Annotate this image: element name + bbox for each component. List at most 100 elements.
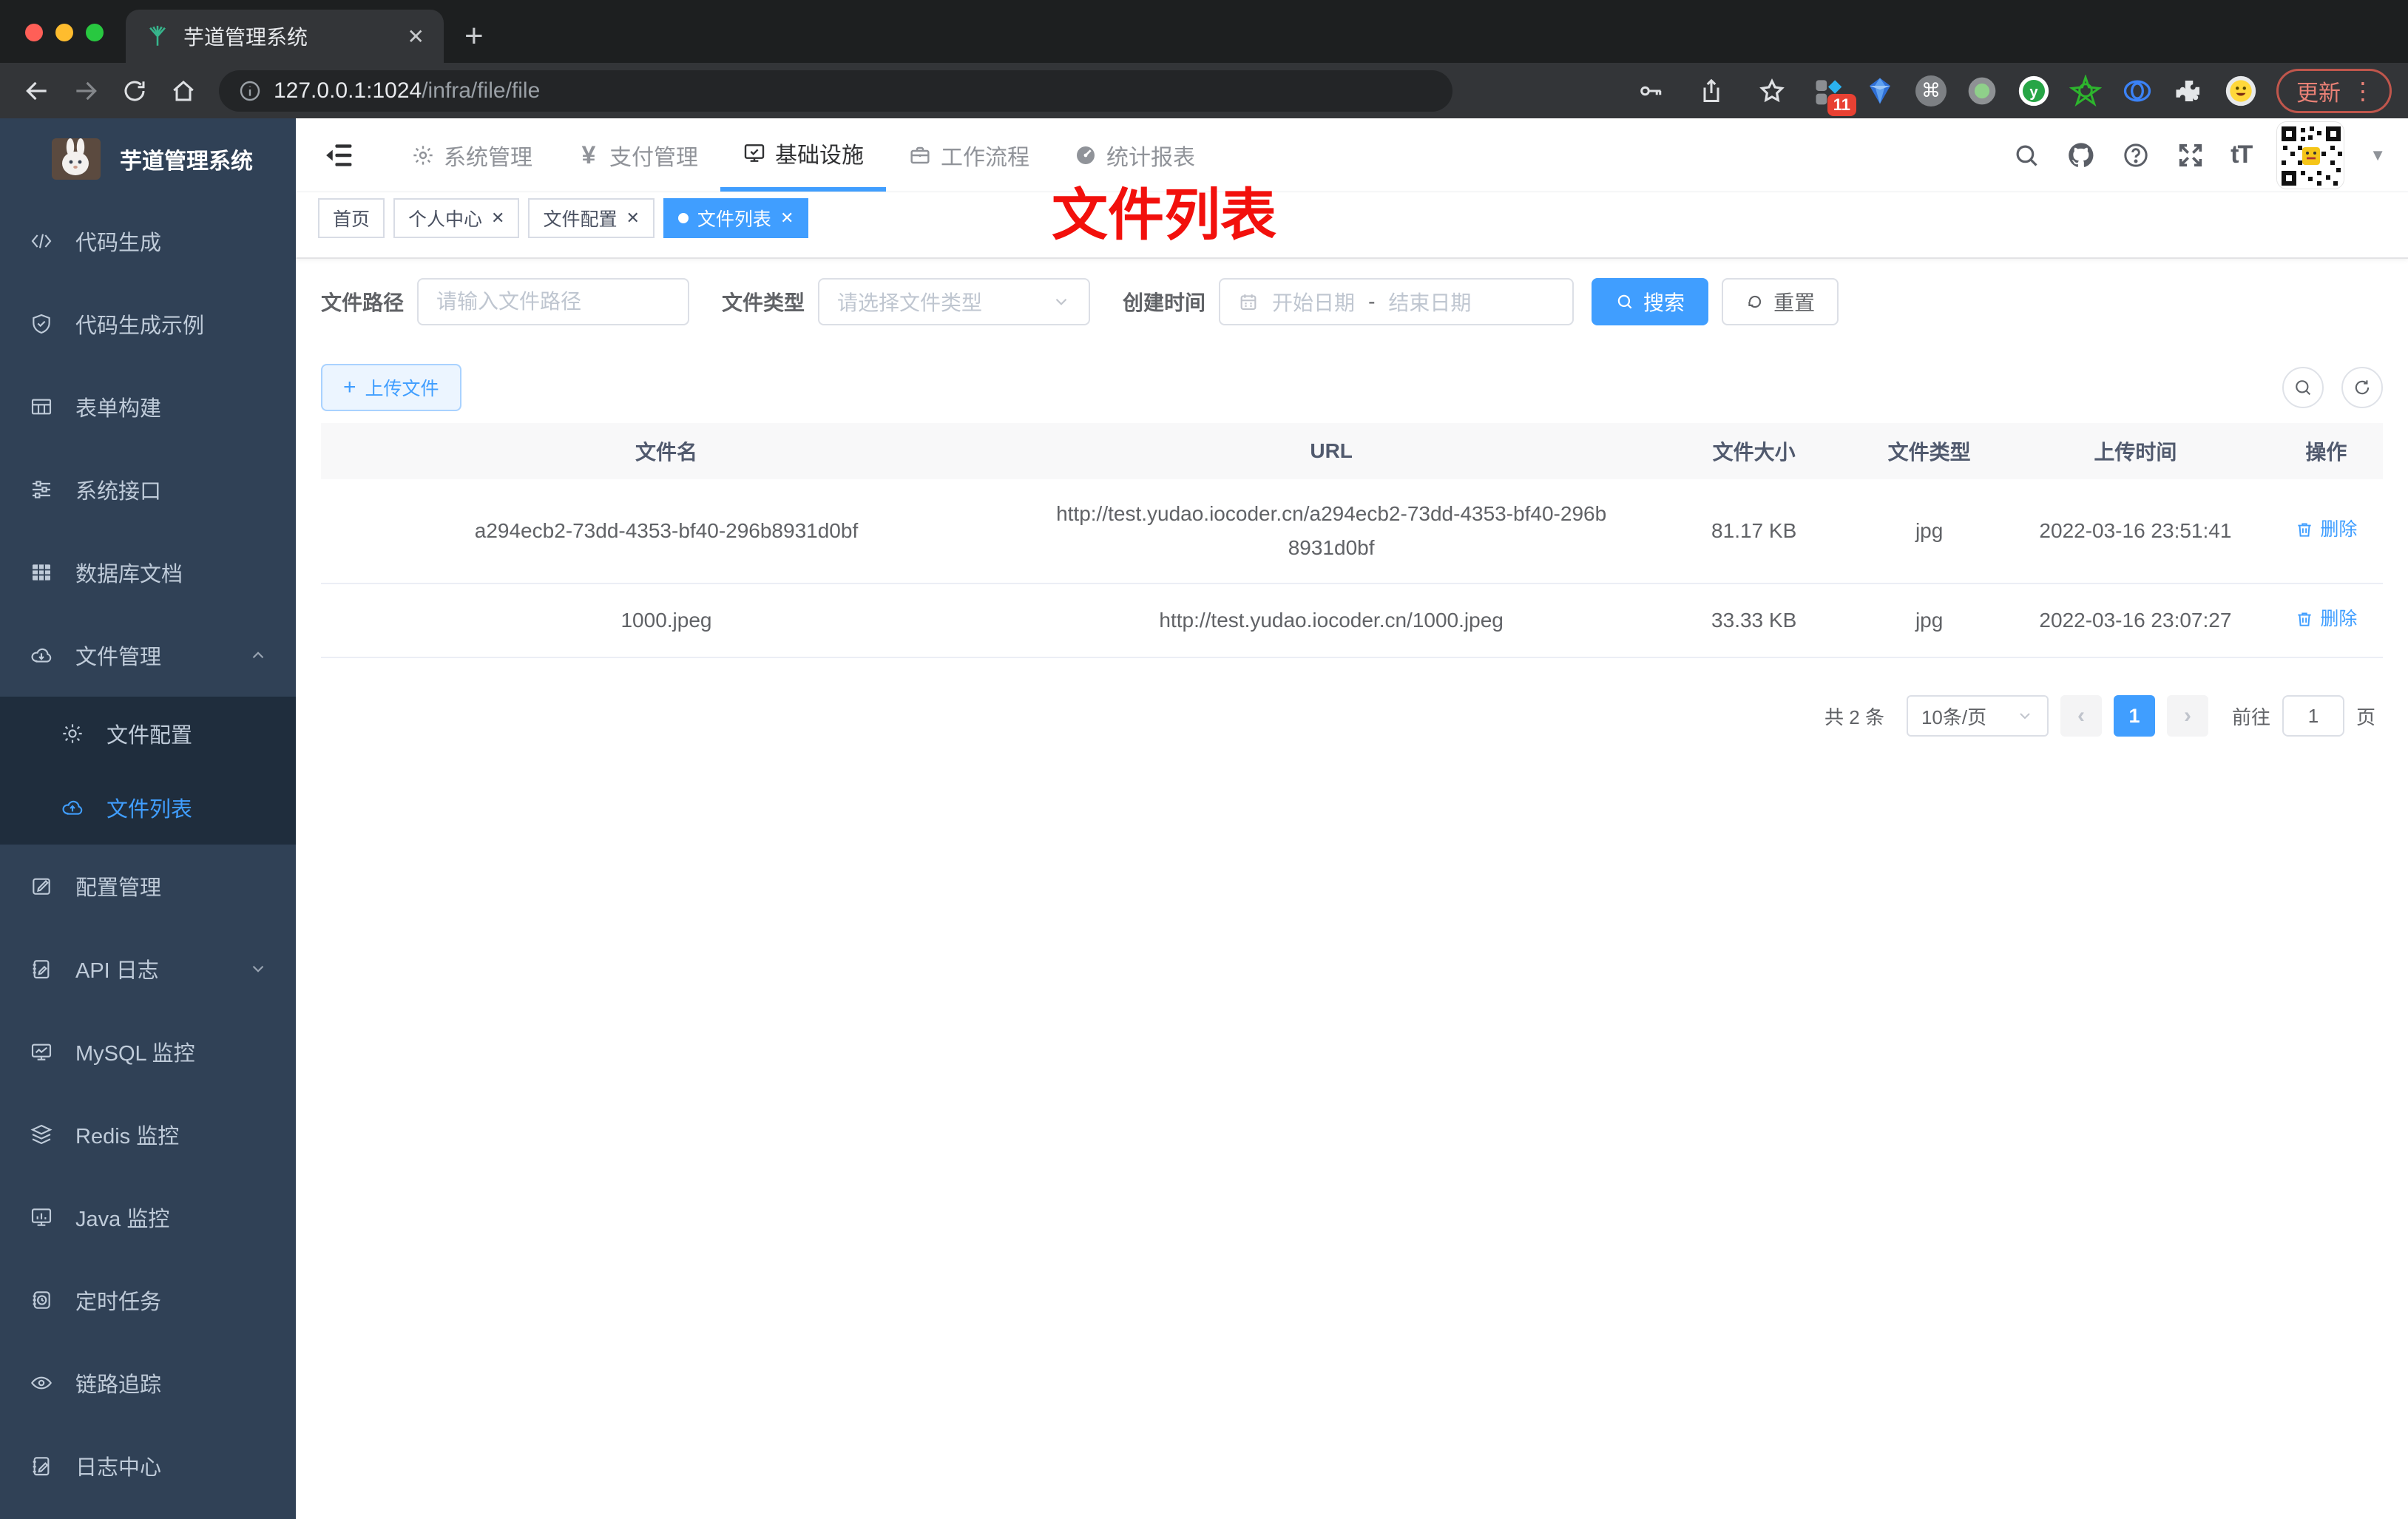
sidebar-item-config-management[interactable]: 配置管理 (0, 845, 296, 927)
sidebar-item-mysql-monitor[interactable]: MySQL 监控 (0, 1010, 296, 1093)
show-search-toggle-button[interactable] (2282, 367, 2324, 408)
end-date-placeholder[interactable]: 结束日期 (1388, 287, 1471, 317)
tag-close-icon[interactable]: ✕ (626, 209, 639, 228)
extension-star-icon[interactable] (2069, 74, 2102, 107)
file-type-select[interactable]: 请选择文件类型 (818, 278, 1091, 325)
sidebar-item-form-builder[interactable]: 表单构建 (0, 365, 296, 448)
browser-update-button[interactable]: 更新 ⋮ (2276, 68, 2392, 113)
sidebar-item-file-config[interactable]: 文件配置 (0, 697, 296, 771)
reload-icon[interactable] (114, 70, 155, 112)
sidebar-item-api-log[interactable]: API 日志 (0, 927, 296, 1010)
topnav-statistics[interactable]: 统计报表 (1052, 118, 1217, 192)
start-date-placeholder[interactable]: 开始日期 (1272, 287, 1355, 317)
cell-uploadtime: 2022-03-16 23:07:27 (2001, 583, 2270, 658)
range-separator: - (1368, 290, 1376, 313)
fullscreen-icon[interactable] (2176, 141, 2205, 170)
topnav-workflow[interactable]: 工作流程 (886, 118, 1052, 192)
sidebar-item-tracing[interactable]: 链路追踪 (0, 1342, 296, 1424)
home-icon[interactable] (163, 70, 204, 112)
sidebar-item-scheduled-tasks[interactable]: 定时任务 (0, 1259, 296, 1342)
date-range-picker[interactable]: 开始日期 - 结束日期 (1219, 278, 1575, 325)
share-icon[interactable] (1691, 70, 1732, 112)
help-icon[interactable] (2121, 141, 2151, 170)
tag-file-list[interactable]: 文件列表 ✕ (663, 198, 809, 238)
table-header-row: 文件名 URL 文件大小 文件类型 上传时间 操作 (321, 423, 2383, 479)
tag-close-icon[interactable]: ✕ (491, 209, 504, 228)
close-window-button[interactable] (25, 24, 43, 41)
tab-close-icon[interactable]: ✕ (407, 24, 425, 49)
cell-uploadtime: 2022-03-16 23:51:41 (2001, 479, 2270, 584)
app-logo[interactable]: 芋道管理系统 (0, 118, 296, 200)
extension-y-icon[interactable]: y (2018, 75, 2050, 107)
sidebar-fold-icon[interactable] (318, 135, 359, 176)
reset-button[interactable]: 重置 (1722, 278, 1839, 325)
extension-tiles-icon[interactable]: 11 (1812, 75, 1856, 116)
delete-button[interactable]: 删除 (2295, 512, 2357, 547)
cell-filetype: jpg (1857, 583, 2002, 658)
avatar-caret-down-icon[interactable]: ▼ (2370, 146, 2386, 165)
sidebar-item-code-example[interactable]: 代码生成示例 (0, 283, 296, 365)
site-info-icon[interactable] (238, 79, 262, 103)
navbar-right-tools: tT ▼ (2012, 121, 2386, 189)
app-navbar: 系统管理 ¥ 支付管理 基础设施 工作流程 统计报表 tT ▼ (296, 118, 2408, 192)
extension-eye-icon[interactable] (2121, 75, 2154, 107)
sidebar-item-redis-monitor[interactable]: Redis 监控 (0, 1093, 296, 1176)
extension-gem-icon[interactable] (1864, 75, 1896, 107)
sidebar-menu: 代码生成 代码生成示例 表单构建 系统接口 数据库文档 文件管理 文件配置 文件… (0, 200, 296, 1519)
shield-check-icon (30, 312, 53, 336)
topnav-system-management[interactable]: 系统管理 (389, 118, 555, 192)
search-button[interactable]: 搜索 (1592, 278, 1709, 325)
minimize-window-button[interactable] (55, 24, 73, 41)
yen-icon: ¥ (581, 141, 596, 169)
monitor-chart-icon (30, 1040, 53, 1063)
tag-profile[interactable]: 个人中心 ✕ (393, 198, 520, 238)
bookmark-star-icon[interactable] (1751, 70, 1793, 112)
next-page-button[interactable]: › (2166, 695, 2208, 737)
app-title: 芋道管理系统 (120, 149, 253, 174)
favicon-plant-icon (145, 24, 170, 49)
goto-page-input[interactable] (2282, 695, 2344, 737)
prev-page-button[interactable]: ‹ (2060, 695, 2102, 737)
forward-icon[interactable] (65, 70, 106, 112)
maximize-window-button[interactable] (86, 24, 104, 41)
user-avatar-qr[interactable] (2276, 121, 2345, 189)
extension-command-icon[interactable]: ⌘ (1915, 75, 1947, 106)
extensions-puzzle-icon[interactable] (2173, 75, 2205, 107)
sidebar-item-log-center[interactable]: 日志中心 (0, 1424, 296, 1507)
search-icon[interactable] (2012, 141, 2041, 170)
tag-file-config[interactable]: 文件配置 ✕ (528, 198, 655, 238)
extension-green-dot-icon[interactable] (1966, 75, 1998, 107)
page-content: 文件路径 文件类型 请选择文件类型 创建时间 开始日期 - 结束日期 (296, 259, 2408, 1519)
delete-button[interactable]: 删除 (2295, 602, 2357, 636)
font-size-icon[interactable]: tT (2231, 141, 2253, 169)
tag-home[interactable]: 首页 (318, 198, 385, 238)
topnav-payment-management[interactable]: ¥ 支付管理 (555, 118, 720, 192)
sidebar-item-file-management[interactable]: 文件管理 (0, 614, 296, 697)
back-icon[interactable] (16, 70, 58, 112)
url-text[interactable]: 127.0.0.1:1024/infra/file/file (274, 78, 540, 104)
page-number-button[interactable]: 1 (2113, 695, 2155, 737)
filter-form: 文件路径 文件类型 请选择文件类型 创建时间 开始日期 - 结束日期 (321, 278, 2383, 325)
col-url: URL (1011, 423, 1651, 479)
profile-emoji-icon[interactable] (2225, 75, 2257, 107)
sidebar-item-code-generation[interactable]: 代码生成 (0, 200, 296, 283)
sidebar-item-system-api[interactable]: 系统接口 (0, 448, 296, 531)
tag-close-icon[interactable]: ✕ (780, 209, 794, 228)
new-tab-button[interactable]: + (464, 20, 484, 53)
browser-menu-kebab-icon[interactable]: ⋮ (2351, 77, 2375, 105)
sidebar-item-db-doc[interactable]: 数据库文档 (0, 531, 296, 614)
address-bar[interactable]: 127.0.0.1:1024/infra/file/file (219, 70, 1452, 112)
refresh-table-button[interactable] (2341, 367, 2383, 408)
macos-traffic-lights[interactable] (25, 24, 104, 41)
browser-tab[interactable]: 芋道管理系统 ✕ (126, 10, 444, 63)
sidebar-item-java-monitor[interactable]: Java 监控 (0, 1176, 296, 1259)
sidebar-item-file-list[interactable]: 文件列表 (0, 771, 296, 845)
file-path-input[interactable] (436, 290, 671, 314)
page-size-select[interactable]: 10条/页 (1906, 695, 2049, 737)
col-filetype: 文件类型 (1857, 423, 2002, 479)
password-key-icon[interactable] (1630, 70, 1671, 112)
upload-file-button[interactable]: + 上传文件 (321, 364, 461, 411)
topnav-infrastructure[interactable]: 基础设施 (720, 118, 886, 192)
github-icon[interactable] (2066, 141, 2096, 170)
search-icon (1615, 292, 1634, 311)
